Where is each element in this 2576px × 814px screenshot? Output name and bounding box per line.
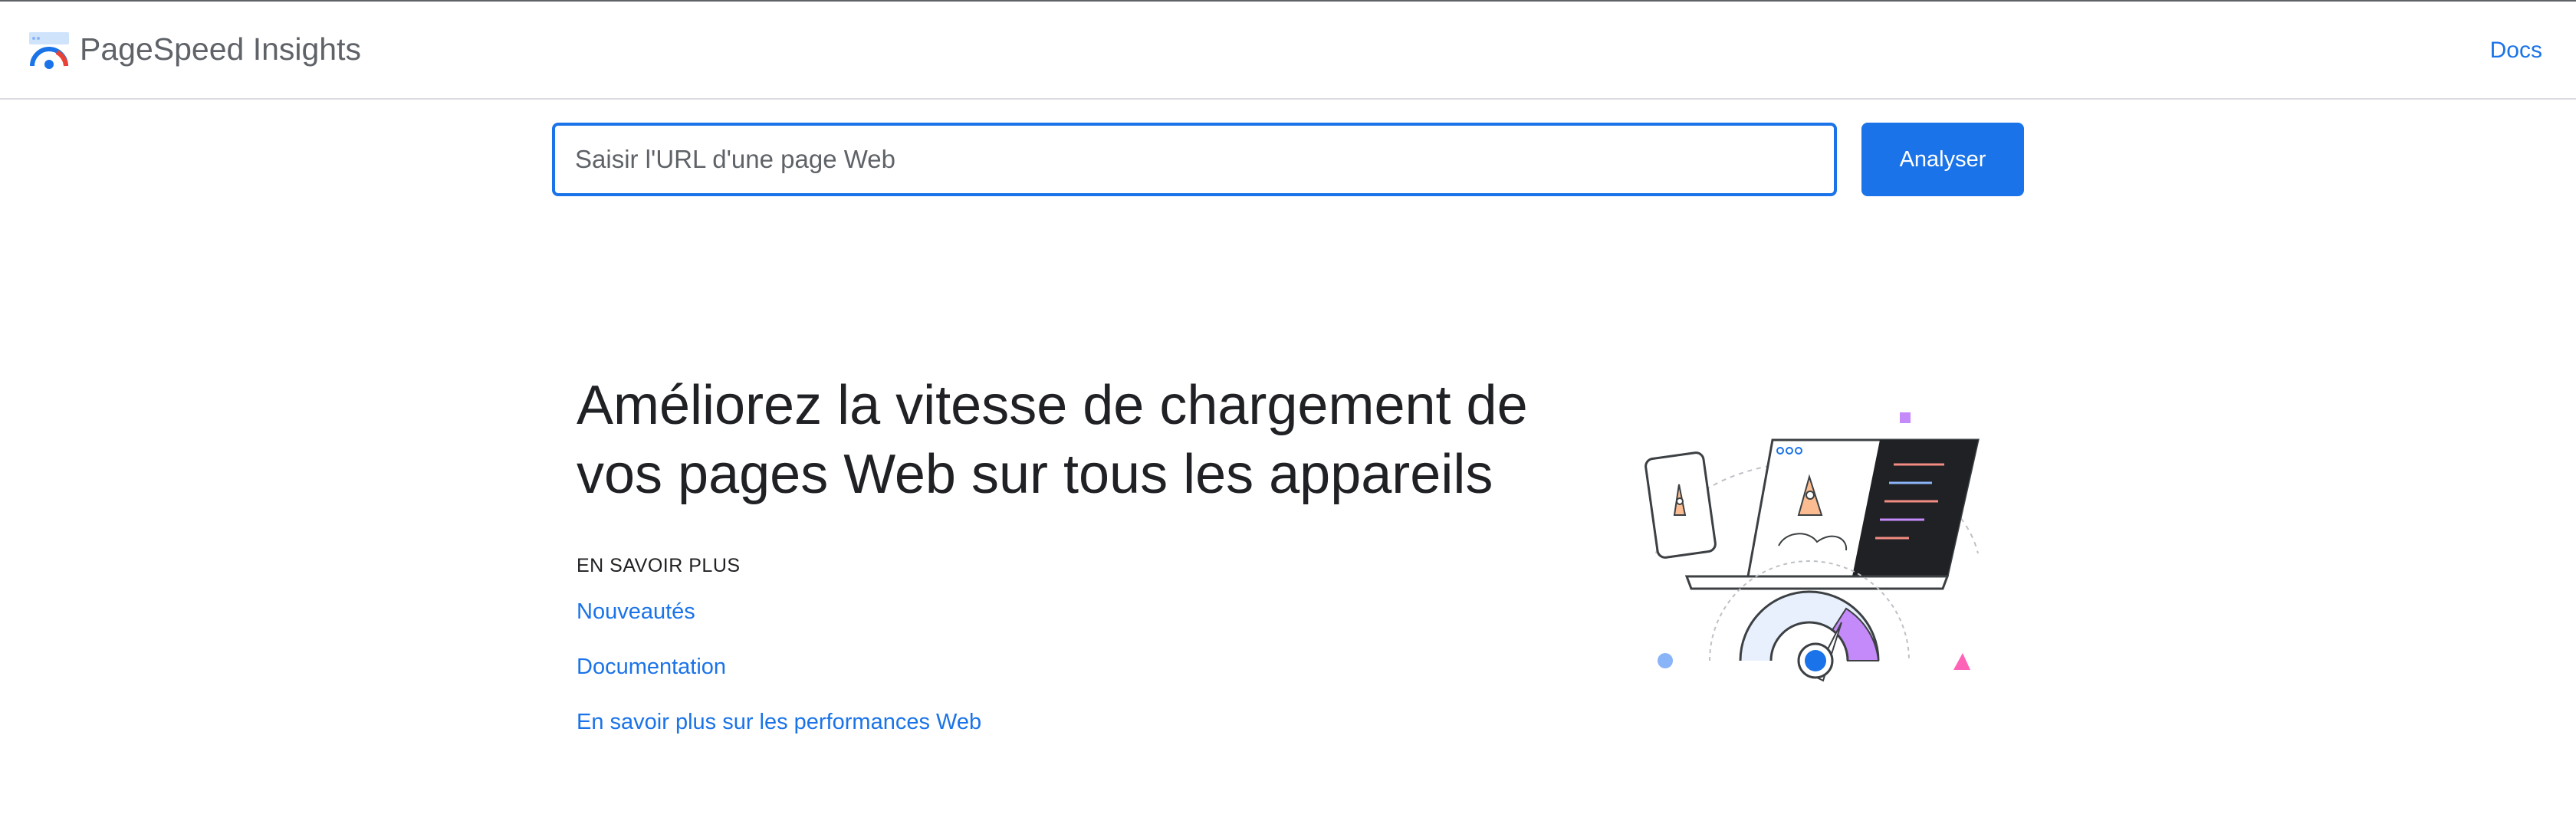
documentation-link[interactable]: Documentation — [577, 652, 981, 682]
app-title[interactable]: PageSpeed Insights — [80, 28, 361, 71]
learn-more-links: Nouveautés Documentation En savoir plus … — [577, 596, 981, 762]
analyze-button[interactable]: Analyser — [1861, 123, 2024, 196]
pagespeed-logo-icon[interactable] — [28, 31, 71, 71]
whats-new-link[interactable]: Nouveautés — [577, 596, 981, 627]
blue-dot-icon — [1658, 653, 1673, 668]
speed-devices-illustration — [1644, 412, 1980, 682]
pink-triangle-icon — [1953, 653, 1970, 670]
purple-square-icon — [1900, 412, 1911, 423]
top-app-bar: PageSpeed Insights Docs — [0, 2, 2576, 100]
url-input[interactable] — [552, 123, 1837, 196]
phone-icon — [1644, 451, 1717, 559]
web-performance-link[interactable]: En savoir plus sur les performances Web — [577, 707, 981, 737]
laptop-icon — [1684, 438, 1980, 590]
hero-title: Améliorez la vitesse de chargement de vo… — [577, 375, 1528, 505]
docs-link[interactable]: Docs — [2490, 34, 2542, 67]
learn-more-heading: EN SAVOIR PLUS — [577, 555, 741, 576]
